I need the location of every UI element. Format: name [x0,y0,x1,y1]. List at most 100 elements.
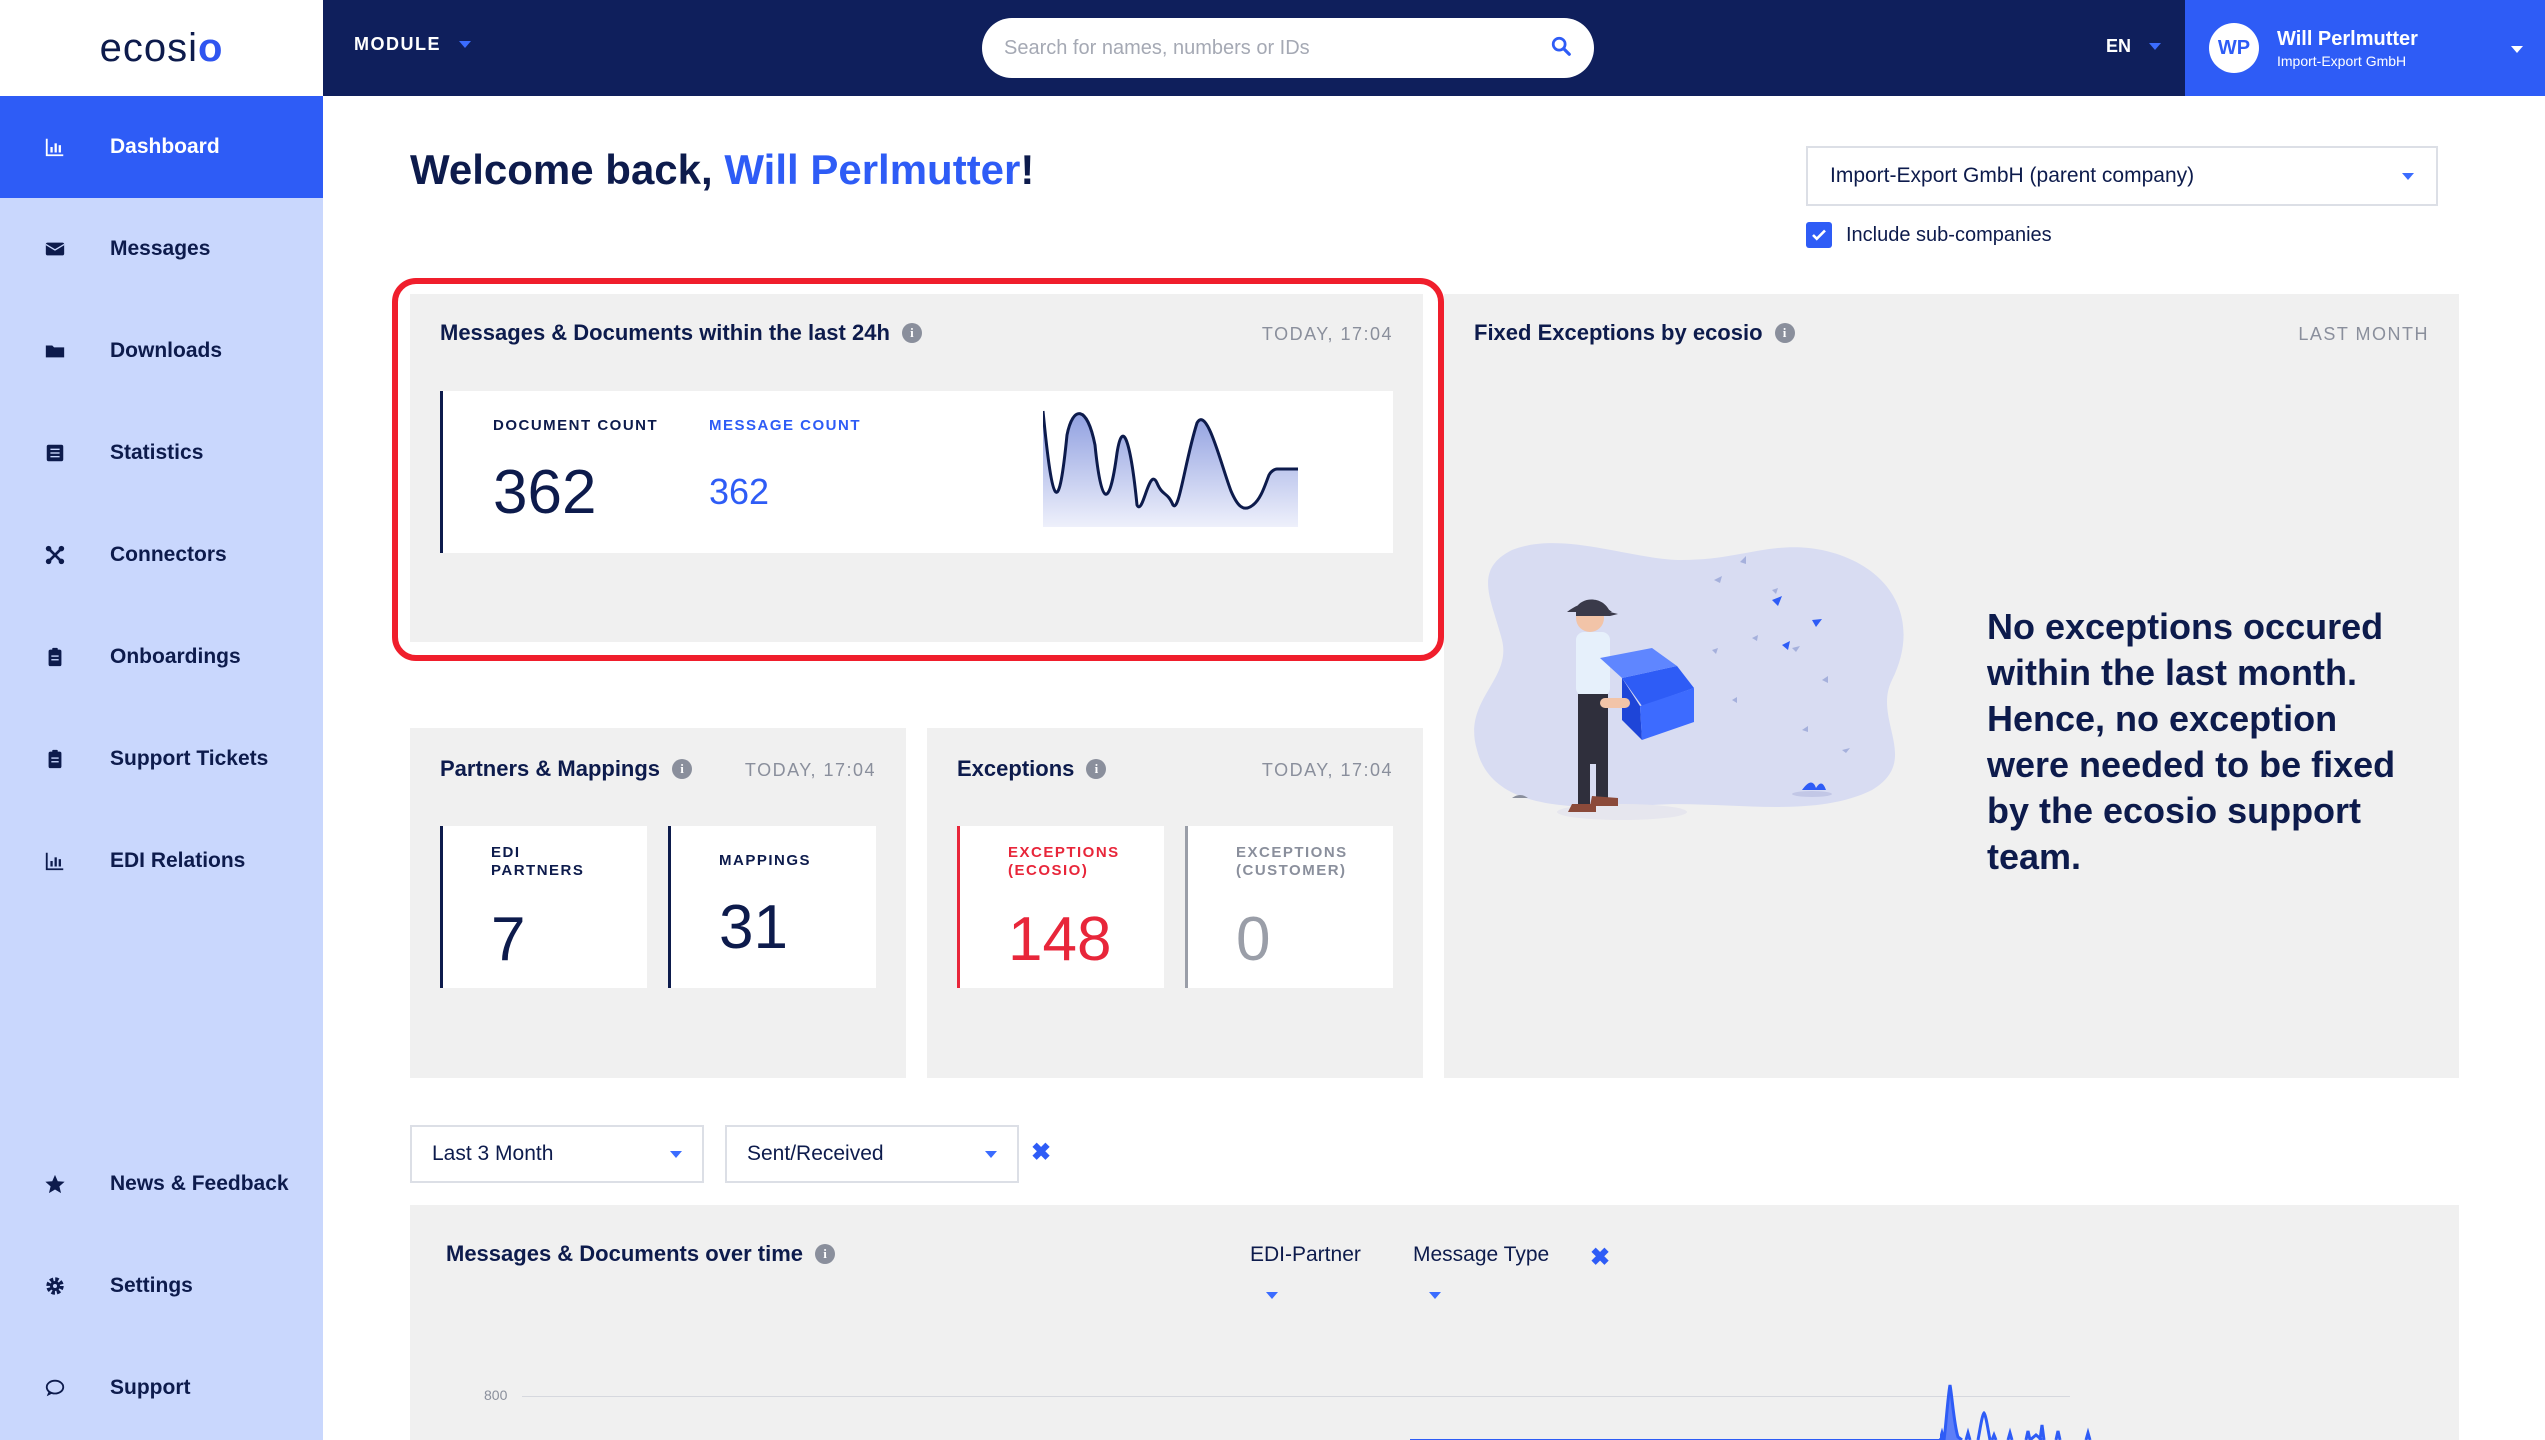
user-name: Will Perlmutter [2277,27,2418,50]
exceptions-card: Exceptions i TODAY, 17:04 EXCEPTIONS (ECO… [927,728,1423,1078]
mappings-label: MAPPINGS [719,852,812,869]
sidebar-item-label: Connectors [110,543,227,566]
card-timestamp: LAST MONTH [2298,324,2429,344]
sidebar-item-label: Dashboard [110,135,220,158]
list-icon [40,438,70,468]
ticket-icon [40,744,70,774]
include-sub-companies[interactable]: Include sub-companies [1806,222,2052,248]
bar-chart-icon [40,846,70,876]
sidebar-item-label: Onboardings [110,645,241,668]
include-sub-companies-checkbox[interactable] [1806,222,1832,248]
sidebar-item-label: Settings [110,1274,193,1297]
partners-mappings-card: Partners & Mappings i TODAY, 17:04 EDI PA… [410,728,906,1078]
card-title: Partners & Mappings [440,756,661,781]
clipboard-icon [40,642,70,672]
exceptions-customer-label: EXCEPTIONS (CUSTOMER) [1236,844,1348,879]
card-title: Messages & Documents over time [446,1241,804,1266]
search-icon[interactable] [1550,35,1572,62]
chevron-down-icon [2402,172,2414,180]
info-icon[interactable]: i [815,1244,836,1264]
include-sub-companies-label: Include sub-companies [1846,223,2052,246]
welcome-suffix: ! [1020,146,1035,193]
sidebar-item-onboardings[interactable]: Onboardings [0,606,323,708]
direction-filter-value: Sent/Received [747,1142,884,1165]
clear-filters-icon[interactable]: ✖ [1031,1138,1051,1167]
exceptions-customer-value: 0 [1236,905,1271,974]
sidebar-item-news-feedback[interactable]: News & Feedback [0,1133,323,1235]
user-menu[interactable]: WP Will Perlmutter Import-Export GmbH [2185,0,2545,96]
info-icon[interactable]: i [1774,323,1795,343]
chevron-down-icon [1266,1292,1278,1299]
message-type-filter-label: Message Type [1413,1243,1550,1266]
edi-partners-metric: EDI PARTNERS 7 [440,826,647,988]
sidebar-item-support[interactable]: Support [0,1337,323,1439]
card-timestamp: TODAY, 17:04 [1261,760,1393,780]
search-bar[interactable] [982,18,1594,78]
exceptions-ecosio-value: 148 [1008,905,1112,974]
clear-chart-filters-icon[interactable]: ✖ [1590,1243,1610,1272]
mappings-value: 31 [719,893,788,962]
message-type-filter[interactable]: Message Type [1413,1243,1549,1305]
avatar: WP [2209,23,2259,73]
sidebar-item-dashboard[interactable]: Dashboard [0,96,323,198]
sidebar-item-support-tickets[interactable]: Support Tickets [0,708,323,810]
sidebar-item-edi-relations[interactable]: EDI Relations [0,810,323,912]
exceptions-ecosio-label: EXCEPTIONS (ECOSIO) [1008,844,1120,879]
period-filter[interactable]: Last 3 Month [410,1125,704,1183]
star-icon [40,1169,70,1199]
sidebar-item-messages[interactable]: Messages [0,198,323,300]
top-bar: ecosio MODULE EN WP Will Perlmutter Impo… [0,0,2545,96]
y-axis-tick: 800 [484,1387,508,1403]
sidebar-item-label: News & Feedback [110,1172,289,1195]
card-timestamp: TODAY, 17:04 [744,760,876,780]
period-filter-value: Last 3 Month [432,1142,554,1165]
sidebar: Dashboard Messages Downloads Statistics … [0,96,323,1440]
exceptions-customer-metric: EXCEPTIONS (CUSTOMER) 0 [1185,826,1393,988]
edi-partners-value: 7 [491,905,526,974]
envelope-icon [40,234,70,264]
chevron-down-icon [2511,46,2523,53]
sidebar-item-connectors[interactable]: Connectors [0,504,323,606]
direction-filter[interactable]: Sent/Received [725,1125,1019,1183]
empty-state-message: No exceptions occured within the last mo… [1987,606,2396,877]
edi-partners-label: EDI PARTNERS [491,844,585,879]
sidebar-item-label: Downloads [110,339,223,362]
chevron-down-icon [1429,1292,1441,1299]
edi-partner-filter[interactable]: EDI-Partner [1250,1243,1361,1305]
over-time-chart-series [1410,1384,2092,1440]
sidebar-item-settings[interactable]: Settings [0,1235,323,1337]
info-icon[interactable]: i [1086,759,1107,779]
sidebar-item-label: Support Tickets [110,747,269,770]
sidebar-item-label: Support [110,1376,191,1399]
search-input[interactable] [1004,36,1550,60]
chat-bubble-icon [40,1373,70,1403]
info-icon[interactable]: i [672,759,693,779]
card-title: Fixed Exceptions by ecosio [1474,320,1763,345]
check-icon [1812,229,1826,241]
gear-icon [40,1271,70,1301]
over-time-card: Messages & Documents over time i EDI-Par… [410,1205,2459,1440]
folder-icon [40,336,70,366]
sidebar-item-statistics[interactable]: Statistics [0,402,323,504]
logo[interactable]: ecosio [0,0,323,96]
highlight-frame [392,278,1444,661]
language-selector[interactable]: EN [2106,36,2162,57]
card-title: Exceptions [957,756,1075,781]
module-menu[interactable]: MODULE [354,34,471,55]
empty-state-illustration [1474,543,1904,820]
connectors-icon [40,540,70,570]
welcome-user-name: Will Perlmutter [724,146,1021,193]
page-title: Welcome back, Will Perlmutter! [410,146,1034,194]
sidebar-item-downloads[interactable]: Downloads [0,300,323,402]
user-company: Import-Export GmbH [2277,52,2407,69]
chevron-down-icon [459,41,471,48]
fixed-exceptions-card: Fixed Exceptions by ecosio i LAST MONTH … [1444,294,2459,1078]
company-select[interactable]: Import-Export GmbH (parent company) [1806,146,2438,206]
sidebar-item-label: Statistics [110,441,204,464]
welcome-prefix: Welcome back, [410,146,725,193]
over-time-chart-minor [1940,1427,1998,1440]
language-label: EN [2106,36,2132,56]
exceptions-ecosio-metric: EXCEPTIONS (ECOSIO) 148 [957,826,1164,988]
chevron-down-icon [670,1150,682,1158]
logo-text: ecosio [99,25,224,70]
